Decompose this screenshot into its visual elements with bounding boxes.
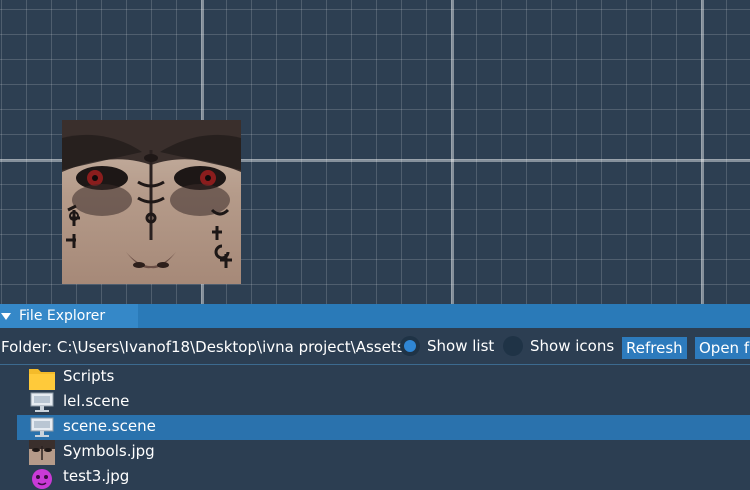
list-item[interactable]: test3.jpg [17,465,750,490]
show-icons-label: Show icons [530,337,615,355]
file-name: Symbols.jpg [63,442,155,460]
scene-icon [30,392,54,412]
radio-selected-icon[interactable] [400,336,420,356]
list-item[interactable]: lel.scene [17,390,750,415]
face-image-node[interactable] [62,120,241,284]
file-explorer-tab[interactable]: File Explorer [0,304,138,328]
list-item[interactable]: Symbols.jpg [17,440,750,465]
file-name: lel.scene [63,392,130,410]
file-explorer-toolbar: Folder: C:\Users\Ivanof18\Desktop\ivna p… [0,328,750,365]
collapse-triangle-icon[interactable] [1,312,11,320]
scene-viewport[interactable] [0,0,750,304]
panel-title: File Explorer [19,308,106,324]
folder-icon [29,369,55,390]
face-image [62,120,241,269]
show-icons-radio[interactable]: Show icons [503,336,614,356]
refresh-button[interactable]: Refresh [622,337,687,359]
image-thumbnail-icon [29,465,55,490]
file-name: Scripts [63,367,115,385]
file-name: test3.jpg [63,467,130,485]
image-thumbnail-icon [29,440,55,465]
scene-icon [30,417,54,437]
show-list-radio[interactable]: Show list [400,336,494,356]
list-item-selected[interactable]: scene.scene [17,415,750,440]
radio-unselected-icon[interactable] [503,336,523,356]
open-folder-button[interactable]: Open f [695,337,750,359]
file-name: scene.scene [63,417,156,435]
list-item[interactable]: Scripts [17,365,750,390]
file-explorer-panel-header: File Explorer [0,304,750,328]
show-list-label: Show list [427,337,495,355]
folder-path-label: Folder: C:\Users\Ivanof18\Desktop\ivna p… [1,338,405,356]
